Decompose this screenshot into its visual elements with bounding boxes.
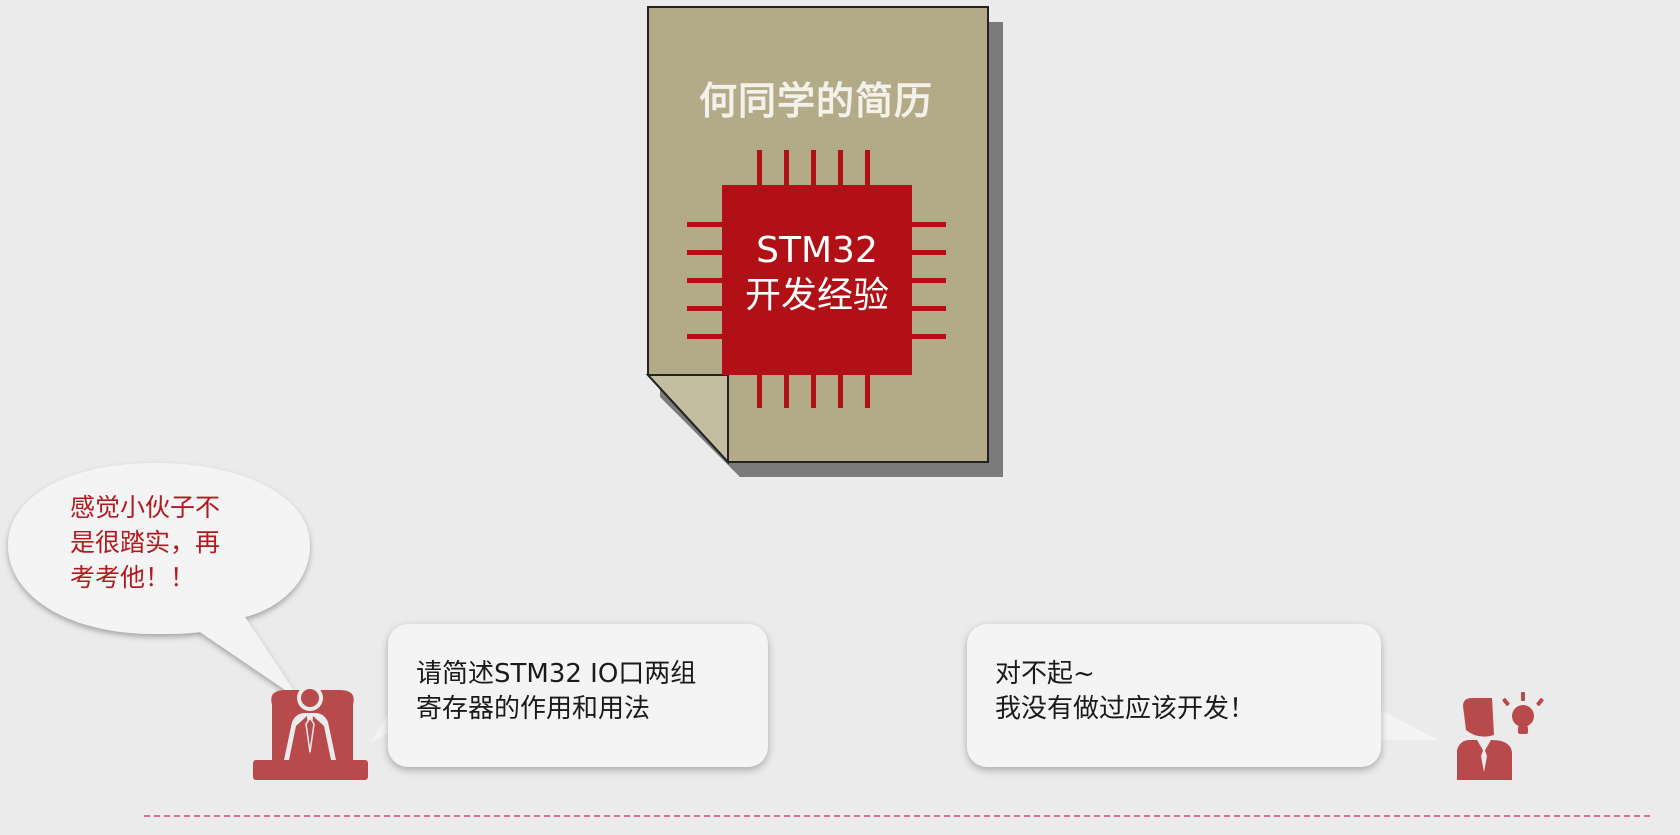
answer-text: 对不起~ 我没有做过应该开发！ bbox=[995, 659, 1256, 724]
thought-text: 感觉小伙子不 是很踏实，再 考考他！！ bbox=[70, 493, 221, 592]
chip-label: STM32 开发经验 bbox=[722, 228, 912, 318]
dashed-divider bbox=[144, 815, 1650, 817]
interviewer-at-desk-icon bbox=[253, 685, 368, 780]
resume-title: 何同学的简历 bbox=[698, 79, 933, 123]
chip-label-line1: STM32 bbox=[756, 230, 878, 271]
question-text: 请简述STM32 IO口两组 寄存器的作用和用法 bbox=[416, 659, 697, 724]
resume-folded-corner bbox=[645, 374, 729, 465]
person-with-lightbulb-icon bbox=[1457, 692, 1544, 780]
chip-label-line2: 开发经验 bbox=[744, 275, 889, 316]
